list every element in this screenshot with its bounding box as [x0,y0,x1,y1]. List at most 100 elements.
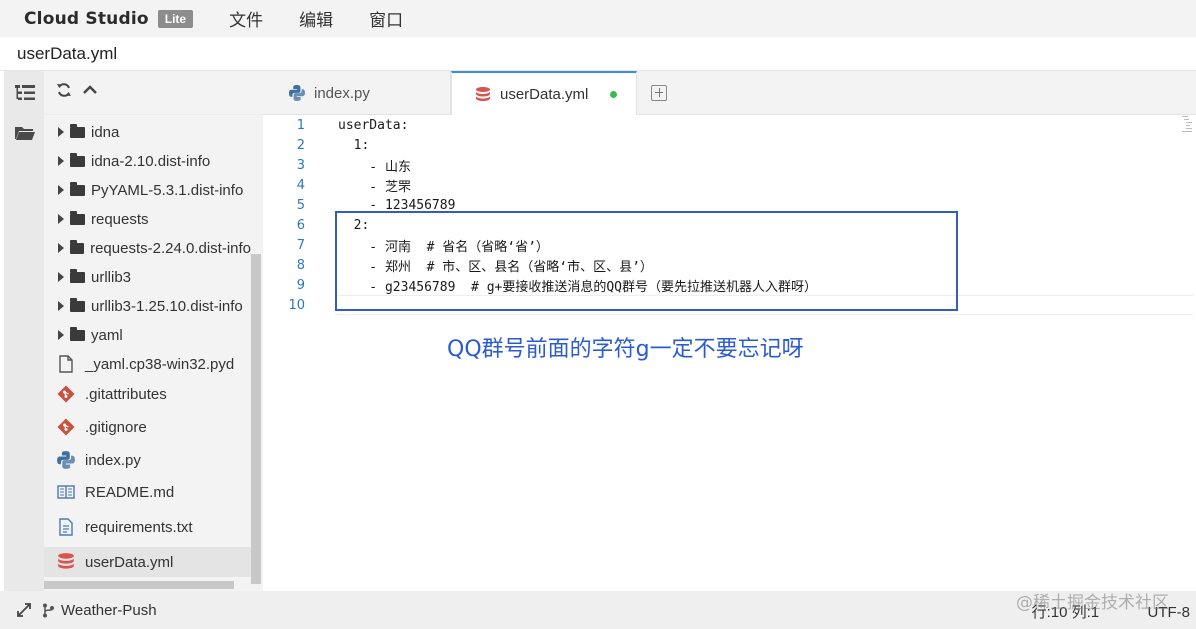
caret-right-icon [58,185,64,195]
refresh-icon[interactable] [56,82,72,103]
python-icon [289,85,305,101]
tree-file[interactable]: README.md [44,477,251,507]
tree-file[interactable]: .gitignore [44,412,251,442]
tree-folder[interactable]: requests [44,204,251,234]
project-indicator[interactable]: Weather-Push [16,602,157,619]
tree-file[interactable]: .gitattributes [44,379,251,409]
tree-file[interactable]: index.py [44,445,251,475]
database-icon [58,553,74,569]
expand-arrows-icon [17,603,31,617]
folder-icon [70,123,85,138]
branch-icon [43,603,54,617]
tree-item-label: urllib3 [91,268,132,286]
tree-folder[interactable]: yaml [44,320,251,350]
line-number: 1 [296,117,305,133]
add-tab-icon[interactable] [651,85,667,101]
line-text: 1: [338,137,370,153]
code-line[interactable]: 3 - 山东 [263,155,1183,175]
file-title-bar: userData.yml [0,37,1196,71]
menu-file[interactable]: 文件 [229,6,263,31]
annotation-highlight-box [335,211,958,311]
explorer-horizontal-scrollbar[interactable] [44,581,234,589]
tree-folder[interactable]: idna [44,117,251,147]
git-icon [57,385,75,403]
tree-item-label: requests-2.24.0.dist-info [90,239,251,257]
tree-item-label: README.md [85,483,175,501]
text-file-icon [59,518,73,536]
git-icon [57,418,75,436]
app-brand: Cloud Studio [24,8,149,29]
folder-icon [70,297,85,312]
folder-icon [70,152,85,167]
minimap-icon[interactable] [1181,115,1193,133]
tree-item-label: requirements.txt [85,518,193,536]
tree-item-label: yaml [91,326,123,344]
tree-item-label: _yaml.cp38-win32.pyd [85,355,235,373]
activity-bar [4,71,44,591]
tree-item-label: index.py [85,451,141,469]
line-number: 4 [296,177,305,193]
tree-file[interactable]: _yaml.cp38-win32.pyd [44,349,251,379]
tree-item-label: .gitattributes [85,385,167,403]
tree-item-label: requests [91,210,149,228]
caret-right-icon [58,214,64,224]
line-number: 5 [296,197,305,213]
code-editor[interactable]: 1 userData: 2 1: 3 - 山东 4 - 芝罘 5 - 123456789 6… [263,115,1196,591]
explorer-vertical-scrollbar[interactable] [251,254,261,584]
tab-label: index.py [314,84,370,102]
line-number: 2 [296,137,305,153]
caret-right-icon [58,127,64,137]
line-number: 6 [296,217,305,233]
tree-folder[interactable]: requests-2.24.0.dist-info [44,233,251,263]
tree-item-label: idna-2.10.dist-info [91,152,211,170]
file-icon [59,355,73,373]
file-explorer: idna idna-2.10.dist-info PyYAML-5.3.1.dist… [44,71,263,591]
line-number: 8 [296,257,305,273]
tree-folder[interactable]: PyYAML-5.3.1.dist-info [44,175,251,205]
code-line[interactable]: 4 - 芝罘 [263,175,1183,195]
editor-tab-bar: index.py userData.yml [263,71,1196,116]
file-title: userData.yml [17,43,118,63]
folder-icon [70,268,85,283]
menu-edit[interactable]: 编辑 [299,6,333,31]
annotation-text: QQ群号前面的字符g一定不要忘记呀 [447,337,804,362]
tree-item-label: idna [91,123,120,141]
tree-folder[interactable]: urllib3-1.25.10.dist-info [44,291,251,321]
menu-bar: Cloud Studio Lite 文件 编辑 窗口 [0,0,1196,37]
caret-right-icon [58,156,64,166]
line-number: 10 [288,297,305,313]
collapse-chevron-up-icon[interactable] [82,82,98,103]
book-icon [57,485,75,499]
line-text: - 芝罘 [338,179,411,195]
tree-file[interactable]: requirements.txt [44,512,251,542]
caret-right-icon [58,272,64,282]
tab-userdata-yml[interactable]: userData.yml [451,71,637,116]
folder-icon [70,181,85,196]
line-number: 9 [296,277,305,293]
folder-icon [70,210,85,225]
folder-icon [70,326,85,341]
caret-right-icon [58,301,64,311]
code-line[interactable]: 2 1: [263,135,1183,155]
explorer-toolbar [44,71,263,115]
tree-folder[interactable]: urllib3 [44,262,251,292]
tree-item-label: userData.yml [85,553,174,571]
tab-index-py[interactable]: index.py [263,71,451,115]
tree-item-label: PyYAML-5.3.1.dist-info [91,181,244,199]
unsaved-dot-icon [610,91,618,98]
caret-right-icon [58,330,64,340]
tree-file[interactable]: userData.yml [44,547,251,577]
caret-right-icon [58,243,64,253]
python-icon [57,451,75,469]
line-number: 3 [296,157,305,173]
tab-label: userData.yml [500,86,589,103]
tree-item-label: urllib3-1.25.10.dist-info [91,297,243,315]
explorer-tree-icon[interactable] [14,83,36,103]
code-line[interactable]: 1 userData: [263,115,1183,135]
menu-window[interactable]: 窗口 [369,6,403,31]
folder-open-icon[interactable] [14,123,36,143]
tree-item-label: .gitignore [85,418,147,436]
tree-folder[interactable]: idna-2.10.dist-info [44,146,251,176]
project-name: Weather-Push [61,601,157,619]
folder-icon [70,239,85,254]
